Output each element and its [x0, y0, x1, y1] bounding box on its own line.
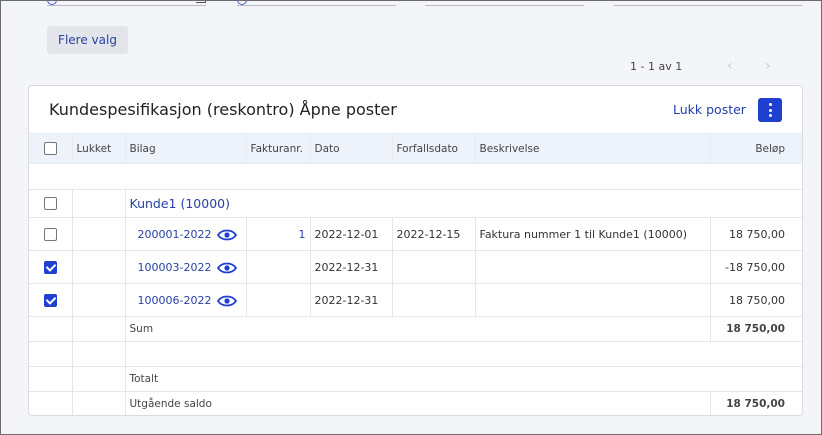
description — [474, 283, 711, 317]
group-label[interactable]: Kunde1 (10000) — [130, 196, 231, 211]
filter-field-4[interactable] — [614, 0, 802, 6]
card-title: Kundespesifikasjon (reskontro) Åpne post… — [49, 100, 397, 119]
search-icon — [47, 0, 57, 5]
voucher-link[interactable]: 100006-2022 — [138, 294, 212, 307]
group-row: Kunde1 (10000) — [29, 189, 802, 218]
eye-icon[interactable] — [217, 262, 238, 274]
date: 2022-12-01 — [309, 217, 393, 251]
closing-balance-amount: 18 750,00 — [709, 391, 802, 415]
due-date — [391, 283, 476, 317]
invoice-no[interactable] — [245, 283, 311, 317]
invoice-no[interactable]: 1 — [245, 217, 311, 251]
due-date: 2022-12-15 — [391, 217, 476, 251]
select-all-checkbox[interactable] — [43, 142, 57, 155]
col-description[interactable]: Beskrivelse — [474, 133, 711, 164]
customer-ledger-card: Kundespesifikasjon (reskontro) Åpne post… — [28, 85, 803, 416]
table-row: 100006-2022 2022-12-31 18 750,00 — [29, 283, 802, 317]
total-row: Totalt — [29, 366, 802, 392]
more-options-button[interactable]: Flere valg — [47, 26, 128, 54]
search-icon — [237, 0, 247, 5]
group-checkbox[interactable] — [43, 197, 57, 211]
amount: 18 750,00 — [709, 217, 802, 251]
closing-balance-row: Utgående saldo 18 750,00 — [29, 391, 802, 415]
due-date — [391, 250, 476, 284]
sum-amount: 18 750,00 — [709, 316, 802, 342]
col-date[interactable]: Dato — [309, 133, 393, 164]
row-checkbox[interactable] — [43, 293, 57, 307]
description — [474, 250, 711, 284]
close-items-link[interactable]: Lukk poster — [673, 102, 746, 117]
filter-field-1[interactable] — [47, 0, 206, 6]
table-header-row: Lukket Bilag Fakturanr. Dato Forfallsdat… — [29, 133, 802, 164]
amount: -18 750,00 — [709, 250, 802, 284]
voucher-link[interactable]: 100003-2022 — [138, 261, 212, 274]
spacer-row — [29, 163, 802, 190]
col-voucher[interactable]: Bilag — [124, 133, 247, 164]
pagination-range: 1 - 1 av 1 — [630, 60, 683, 73]
date: 2022-12-31 — [309, 250, 393, 284]
amount: 18 750,00 — [709, 283, 802, 317]
sum-row: Sum 18 750,00 — [29, 316, 802, 342]
invoice-no[interactable] — [245, 250, 311, 284]
col-due-date[interactable]: Forfallsdato — [391, 133, 476, 164]
col-amount[interactable]: Beløp — [709, 133, 802, 164]
voucher-link[interactable]: 200001-2022 — [138, 228, 212, 241]
chevron-right-icon[interactable]: › — [765, 58, 771, 74]
eye-icon[interactable] — [217, 295, 238, 307]
more-vertical-icon[interactable] — [758, 98, 782, 122]
table-row: 100003-2022 2022-12-31 -18 750,00 — [29, 250, 802, 284]
filter-field-3[interactable] — [425, 0, 584, 6]
eye-icon[interactable] — [217, 229, 238, 241]
ledger-table: Lukket Bilag Fakturanr. Dato Forfallsdat… — [29, 133, 802, 415]
filter-field-2[interactable] — [237, 0, 396, 6]
table-row: 200001-2022 1 2022-12-01 2022-12-15 Fakt… — [29, 217, 802, 251]
description: Faktura nummer 1 til Kunde1 (10000) — [474, 217, 711, 251]
calendar-icon — [196, 0, 206, 3]
row-checkbox[interactable] — [43, 227, 57, 241]
total-label: Totalt — [124, 366, 802, 392]
spacer-row — [29, 341, 802, 367]
select-all-cell[interactable] — [29, 133, 73, 164]
chevron-left-icon[interactable]: ‹ — [727, 58, 733, 74]
col-closed[interactable]: Lukket — [71, 133, 126, 164]
row-checkbox[interactable] — [43, 260, 57, 274]
col-invoice-no[interactable]: Fakturanr. — [245, 133, 311, 164]
sum-label: Sum — [124, 316, 711, 342]
closing-balance-label: Utgående saldo — [124, 391, 711, 415]
date: 2022-12-31 — [309, 283, 393, 317]
